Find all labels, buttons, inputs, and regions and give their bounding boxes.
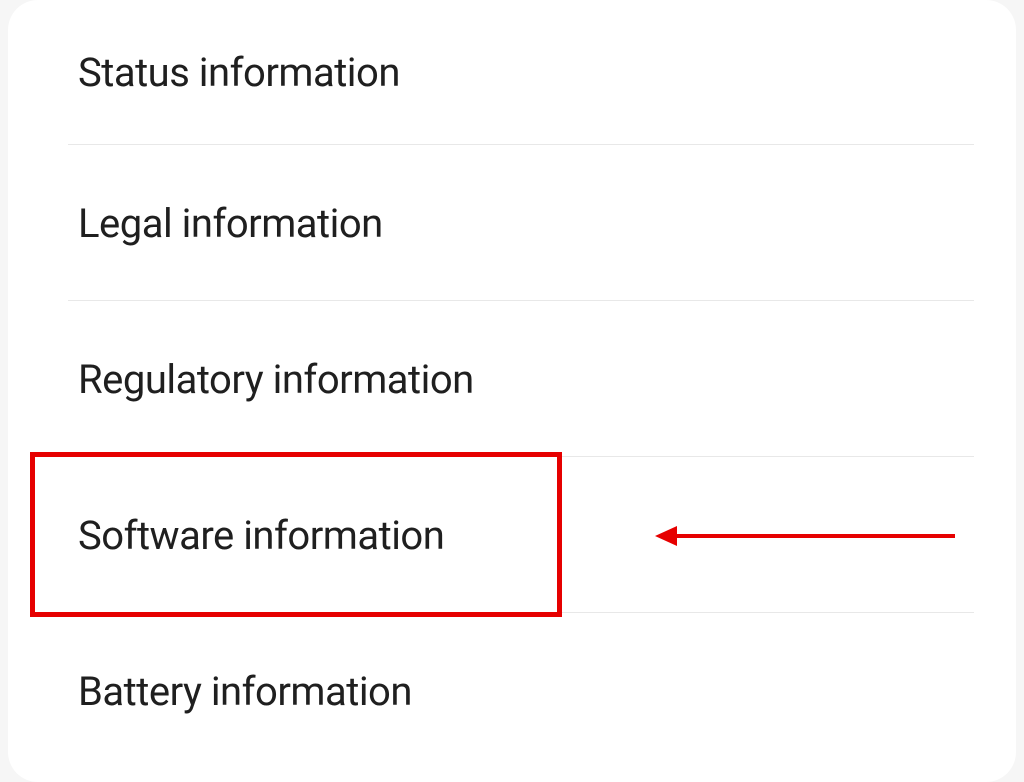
list-item-battery-information[interactable]: Battery information: [8, 613, 1016, 769]
list-item-label: Battery information: [78, 668, 412, 715]
settings-card: Status information Legal information Reg…: [8, 0, 1016, 782]
list-item-label: Status information: [78, 49, 400, 96]
list-item-status-information[interactable]: Status information: [8, 0, 1016, 145]
list-item-software-information[interactable]: Software information: [8, 457, 1016, 613]
list-item-label: Software information: [78, 512, 444, 559]
list-item-label: Regulatory information: [78, 356, 474, 403]
list-item-regulatory-information[interactable]: Regulatory information: [8, 301, 1016, 457]
list-item-legal-information[interactable]: Legal information: [8, 145, 1016, 301]
list-item-label: Legal information: [78, 200, 383, 247]
